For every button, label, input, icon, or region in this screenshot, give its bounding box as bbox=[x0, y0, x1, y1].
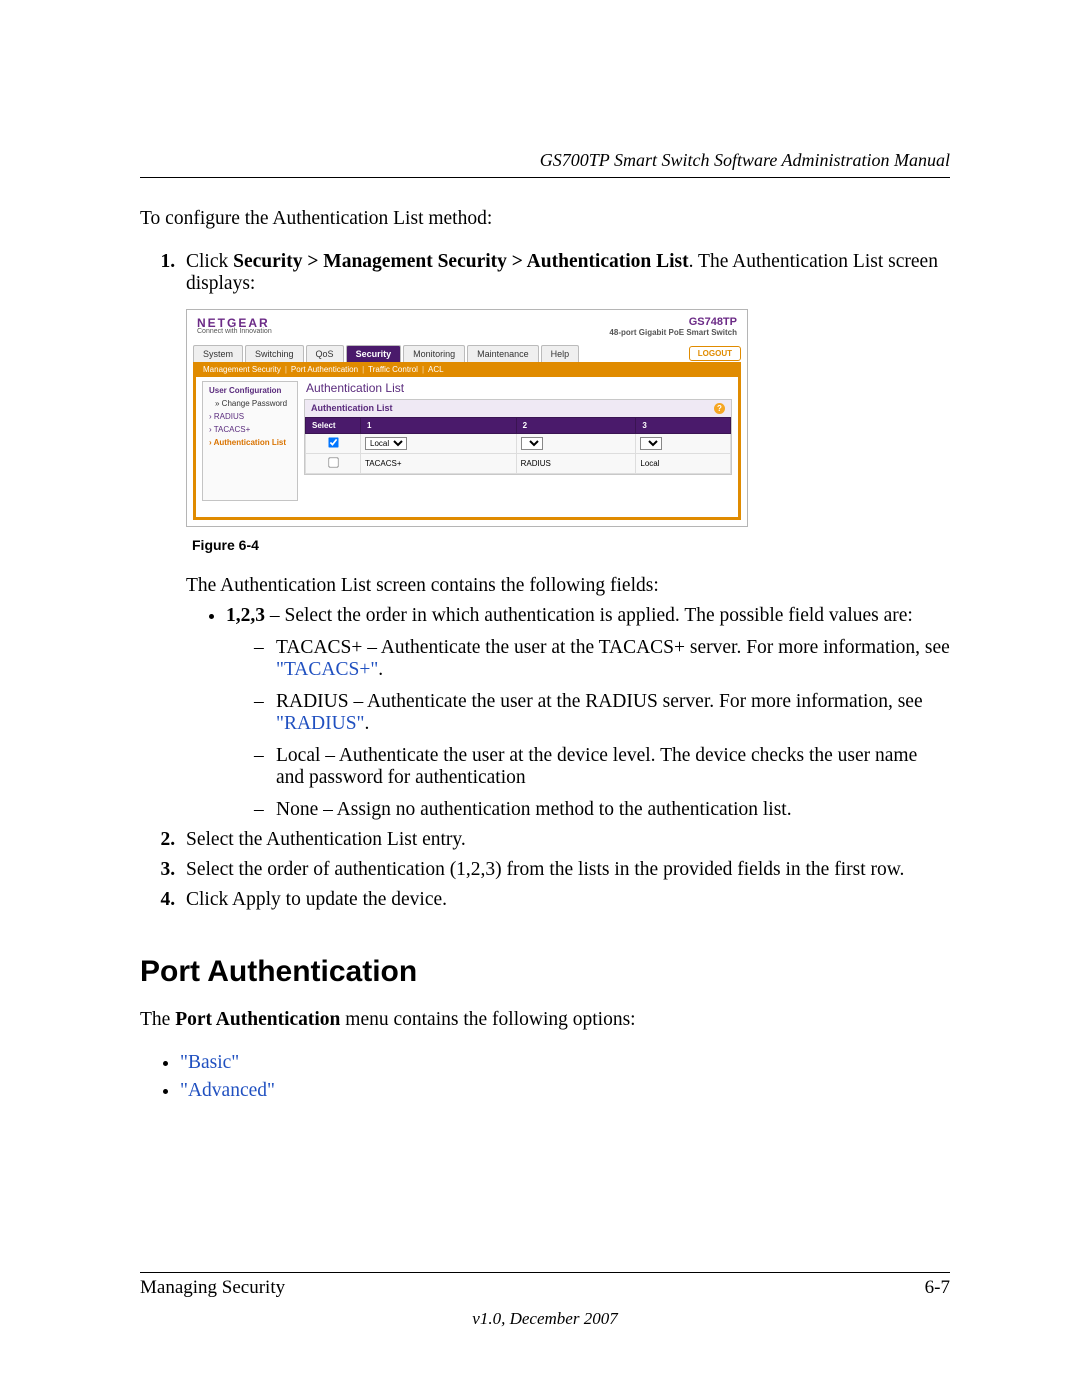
panel-title: Authentication List bbox=[306, 381, 732, 395]
brand-tagline: Connect with Innovation bbox=[197, 328, 272, 335]
main-tabs: System Switching QoS Security Monitoring… bbox=[193, 345, 741, 362]
sidebar-tacacs-label: TACACS+ bbox=[214, 425, 251, 434]
footer-right: 6-7 bbox=[925, 1277, 950, 1299]
link-basic[interactable]: "Basic" bbox=[180, 1052, 239, 1073]
tab-security[interactable]: Security bbox=[346, 345, 402, 362]
dash-radius: RADIUS – Authenticate the user at the RA… bbox=[254, 691, 950, 735]
sidebar-auth-list-label: Authentication List bbox=[214, 438, 286, 447]
intro-text: To configure the Authentication List met… bbox=[140, 206, 950, 231]
footer-rule bbox=[140, 1272, 950, 1273]
row1-col1-select[interactable]: Local bbox=[365, 437, 407, 450]
section-heading-port-auth: Port Authentication bbox=[140, 955, 950, 989]
row2-select-checkbox[interactable] bbox=[328, 457, 338, 467]
help-icon[interactable]: ? bbox=[714, 403, 725, 414]
sidebar-radius-label: RADIUS bbox=[214, 412, 244, 421]
sidebar-radius[interactable]: › RADIUS bbox=[203, 410, 297, 423]
step1-path: Security > Management Security > Authent… bbox=[233, 251, 689, 272]
sidebar-auth-list[interactable]: › Authentication List bbox=[203, 436, 297, 449]
sidebar: User Configuration » Change Password › R… bbox=[202, 381, 298, 501]
row1-select-checkbox[interactable] bbox=[328, 437, 338, 447]
sidebar-change-password[interactable]: » Change Password bbox=[203, 397, 297, 410]
dash-tacacs-text: TACACS+ – Authenticate the user at the T… bbox=[276, 637, 950, 658]
logout-button[interactable]: LOGOUT bbox=[689, 346, 741, 361]
tab-help[interactable]: Help bbox=[541, 345, 580, 362]
step-1: Click Security > Management Security > A… bbox=[180, 251, 950, 821]
step1-prefix: Click bbox=[186, 251, 233, 272]
table-row: Local bbox=[306, 433, 731, 453]
link-advanced[interactable]: "Advanced" bbox=[180, 1080, 275, 1101]
bullet-123: 1,2,3 – Select the order in which authen… bbox=[226, 605, 950, 821]
sidebar-change-password-label: Change Password bbox=[222, 399, 287, 408]
bullet-123-label: 1,2,3 bbox=[226, 605, 265, 626]
option-basic: "Basic" bbox=[180, 1052, 950, 1074]
subnav-port-auth[interactable]: Port Authentication bbox=[291, 365, 358, 374]
sidebar-tacacs[interactable]: › TACACS+ bbox=[203, 423, 297, 436]
port-auth-suffix: menu contains the following options: bbox=[340, 1009, 635, 1030]
row2-col3: Local bbox=[636, 453, 731, 473]
tab-switching[interactable]: Switching bbox=[245, 345, 304, 362]
subnav-mgmt-sec[interactable]: Management Security bbox=[203, 365, 281, 374]
col-3: 3 bbox=[636, 417, 731, 433]
subnav-acl[interactable]: ACL bbox=[428, 365, 444, 374]
bullet-123-text: – Select the order in which authenticati… bbox=[265, 605, 913, 626]
fields-intro: The Authentication List screen contains … bbox=[186, 575, 950, 597]
link-radius[interactable]: "RADIUS" bbox=[276, 713, 365, 734]
port-auth-bold: Port Authentication bbox=[175, 1009, 340, 1030]
doc-header-title: GS700TP Smart Switch Software Administra… bbox=[140, 150, 950, 171]
col-select: Select bbox=[306, 417, 361, 433]
row2-col2: RADIUS bbox=[516, 453, 636, 473]
port-auth-intro: The Port Authentication menu contains th… bbox=[140, 1007, 950, 1032]
model-name: GS748TP bbox=[609, 316, 737, 328]
link-tacacs[interactable]: "TACACS+" bbox=[276, 659, 378, 680]
row1-col2-select[interactable] bbox=[521, 437, 543, 450]
figure-caption: Figure 6-4 bbox=[192, 537, 950, 553]
dash-tacacs: TACACS+ – Authenticate the user at the T… bbox=[254, 637, 950, 681]
port-auth-prefix: The bbox=[140, 1009, 175, 1030]
tab-qos[interactable]: QoS bbox=[306, 345, 344, 362]
footer-left: Managing Security bbox=[140, 1277, 285, 1299]
table-row: TACACS+ RADIUS Local bbox=[306, 453, 731, 473]
step-4: Click Apply to update the device. bbox=[180, 889, 950, 911]
subnav: Management Security| Port Authentication… bbox=[193, 362, 741, 377]
footer-version: v1.0, December 2007 bbox=[140, 1309, 950, 1329]
step-3: Select the order of authentication (1,2,… bbox=[180, 859, 950, 881]
step-2: Select the Authentication List entry. bbox=[180, 829, 950, 851]
tab-maintenance[interactable]: Maintenance bbox=[467, 345, 539, 362]
auth-list-screenshot: NETGEAR Connect with Innovation GS748TP … bbox=[186, 309, 748, 527]
sidebar-group: User Configuration bbox=[203, 384, 297, 397]
col-2: 2 bbox=[516, 417, 636, 433]
dash-local: Local – Authenticate the user at the dev… bbox=[254, 745, 950, 789]
panel-head-label: Authentication List bbox=[311, 403, 393, 413]
dash-none: None – Assign no authentication method t… bbox=[254, 799, 950, 821]
tab-monitoring[interactable]: Monitoring bbox=[403, 345, 465, 362]
auth-list-table: Select 1 2 3 Local bbox=[305, 417, 731, 474]
col-1: 1 bbox=[361, 417, 517, 433]
row2-col1: TACACS+ bbox=[361, 453, 517, 473]
option-advanced: "Advanced" bbox=[180, 1080, 950, 1102]
header-rule bbox=[140, 177, 950, 178]
row1-col3-select[interactable] bbox=[640, 437, 662, 450]
tab-system[interactable]: System bbox=[193, 345, 243, 362]
dash-radius-text: RADIUS – Authenticate the user at the RA… bbox=[276, 691, 923, 712]
subnav-traffic[interactable]: Traffic Control bbox=[368, 365, 418, 374]
model-desc: 48-port Gigabit PoE Smart Switch bbox=[609, 328, 737, 337]
